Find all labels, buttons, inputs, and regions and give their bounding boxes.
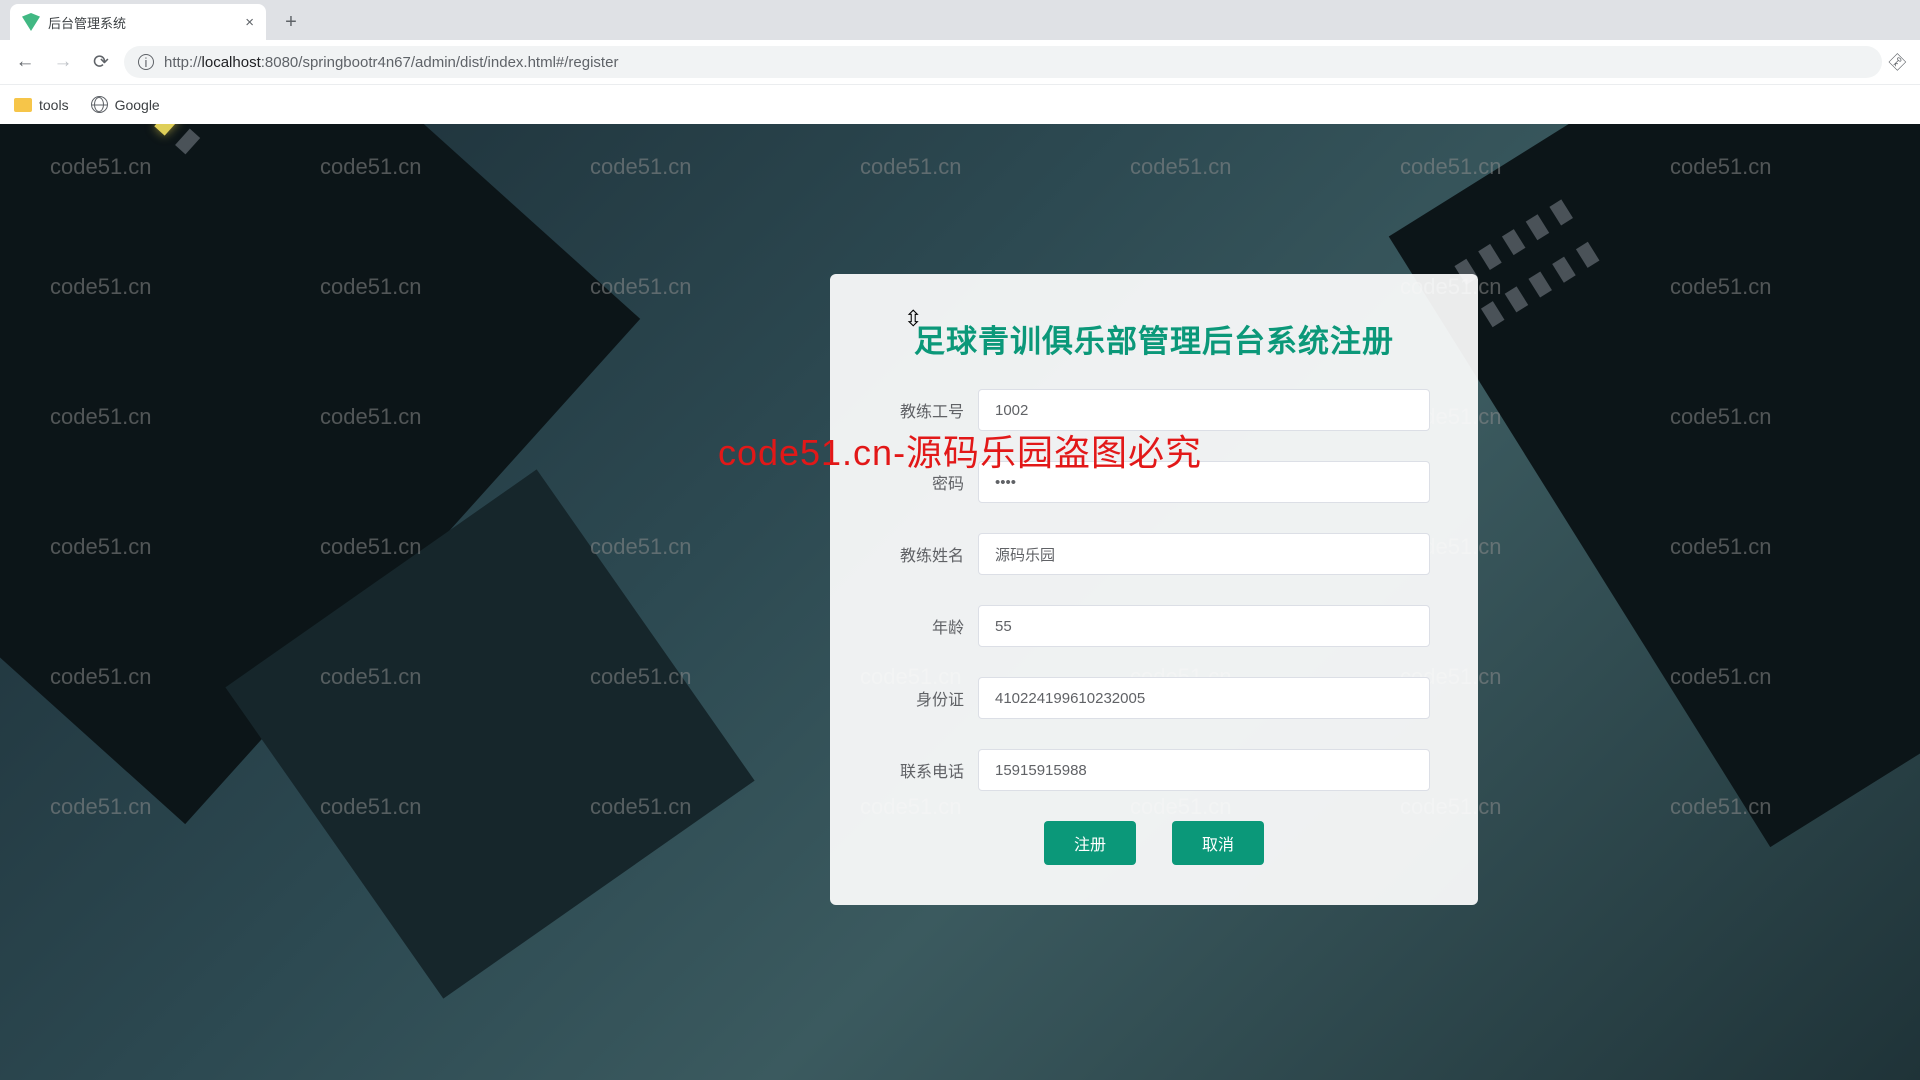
password-input[interactable] [978, 461, 1430, 503]
tab-bar: 后台管理系统 × + [0, 0, 1920, 40]
watermark: code51.cn [1130, 154, 1232, 180]
field-age: 年龄 [878, 605, 1430, 647]
phone-label: 联系电话 [878, 758, 978, 782]
bookmark-tools[interactable]: tools [14, 97, 69, 113]
coach-id-label: 教练工号 [878, 398, 978, 422]
browser-chrome: 后台管理系统 × + ← → ⟳ i http://localhost:8080… [0, 0, 1920, 124]
url-host: localhost [202, 54, 261, 71]
age-label: 年龄 [878, 614, 978, 638]
folder-icon [14, 98, 32, 112]
globe-icon [91, 96, 108, 113]
field-password: 密码 [878, 461, 1430, 503]
field-coach-id: 教练工号 [878, 389, 1430, 431]
password-key-icon[interactable]: ⚿ [1885, 50, 1910, 75]
reload-button[interactable]: ⟳ [86, 47, 116, 77]
field-phone: 联系电话 [878, 749, 1430, 791]
bookmark-label: tools [39, 97, 69, 113]
coach-name-input[interactable] [978, 533, 1430, 575]
field-coach-name: 教练姓名 [878, 533, 1430, 575]
bookmarks-bar: tools Google [0, 84, 1920, 124]
bookmark-google[interactable]: Google [91, 96, 160, 113]
register-button[interactable]: 注册 [1044, 821, 1136, 865]
field-id-card: 身份证 [878, 677, 1430, 719]
address-bar[interactable]: i http://localhost:8080/springbootr4n67/… [124, 46, 1882, 78]
phone-input[interactable] [978, 749, 1430, 791]
cancel-button[interactable]: 取消 [1172, 821, 1264, 865]
url-scheme: http:// [164, 54, 202, 71]
back-button[interactable]: ← [10, 47, 40, 77]
age-input[interactable] [978, 605, 1430, 647]
form-buttons: 注册 取消 [878, 821, 1430, 865]
bookmark-label: Google [115, 97, 160, 113]
watermark: code51.cn [860, 154, 962, 180]
watermark: code51.cn [590, 534, 692, 560]
forward-button: → [48, 47, 78, 77]
vue-favicon [22, 13, 40, 31]
coach-name-label: 教练姓名 [878, 542, 978, 566]
id-card-label: 身份证 [878, 686, 978, 710]
new-tab-button[interactable]: + [276, 7, 306, 37]
browser-toolbar: ← → ⟳ i http://localhost:8080/springboot… [0, 40, 1920, 84]
browser-tab[interactable]: 后台管理系统 × [10, 4, 266, 40]
password-label: 密码 [878, 470, 978, 494]
site-info-icon[interactable]: i [138, 54, 154, 70]
coach-id-input[interactable] [978, 389, 1430, 431]
watermark: code51.cn [50, 794, 152, 820]
tab-title: 后台管理系统 [48, 13, 245, 32]
url-path: :8080/springbootr4n67/admin/dist/index.h… [261, 54, 619, 71]
tab-close-icon[interactable]: × [245, 14, 254, 31]
id-card-input[interactable] [978, 677, 1430, 719]
page-viewport: code51.cn code51.cn code51.cn code51.cn … [0, 124, 1920, 1080]
register-form-panel: 足球青训俱乐部管理后台系统注册 教练工号 密码 教练姓名 年龄 身份证 联系电话… [830, 274, 1478, 905]
watermark: code51.cn [590, 154, 692, 180]
form-title: 足球青训俱乐部管理后台系统注册 [878, 316, 1430, 361]
